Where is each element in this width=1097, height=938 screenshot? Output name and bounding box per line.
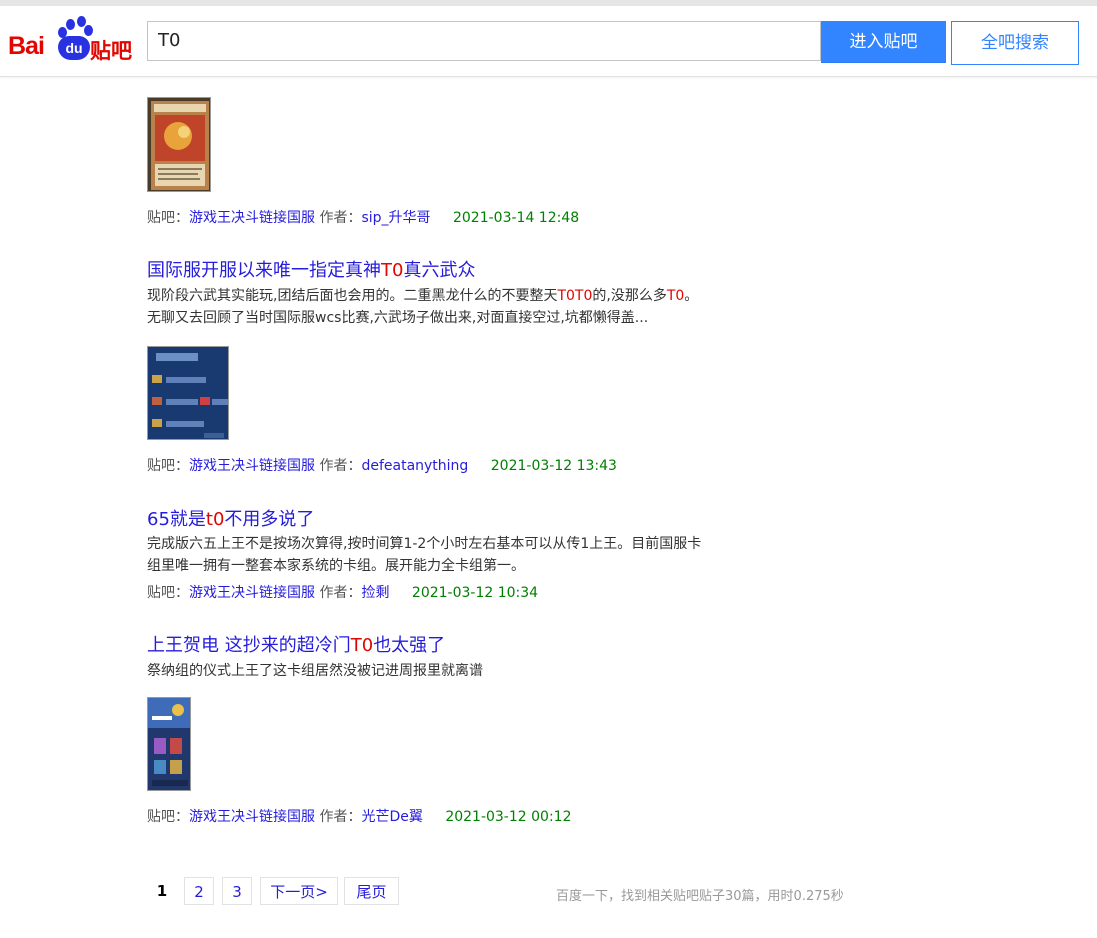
baidu-tieba-logo[interactable]: Bai du 贴吧: [6, 16, 138, 64]
logo-du: du: [58, 36, 90, 60]
post-title[interactable]: 国际服开服以来唯一指定真神T0真六武众: [147, 256, 475, 282]
abstract-text: 现阶段六武其实能玩,团结后面也会用的。二重黑龙什么的不要整天: [147, 288, 558, 304]
title-text: 65就是: [147, 509, 206, 530]
abstract-highlight: T0: [666, 288, 685, 304]
abstract-text: 无聊又去回顾了当时国际服wcs比赛,六武场子做出来,对面直接空过,坑都懒得盖..…: [147, 310, 649, 326]
card-image-icon: [148, 98, 210, 191]
author-label: 作者：: [319, 210, 362, 226]
forum-link[interactable]: 游戏王决斗链接国服: [189, 809, 315, 825]
abstract-text: 的,没那么多: [592, 288, 667, 304]
title-text: 上王贺电 这抄来的超冷门: [147, 635, 351, 656]
abstract-text: 祭纳组的仪式上王了这卡组居然没被记进周报里就离谱: [147, 663, 483, 679]
post-thumbnail[interactable]: [147, 346, 229, 440]
post-title[interactable]: 65就是t0不用多说了: [147, 505, 314, 531]
author-link[interactable]: defeatanything: [361, 458, 468, 474]
page-link-2[interactable]: 2: [184, 877, 214, 905]
forum-label: 贴吧：: [147, 458, 189, 474]
post-meta: 贴吧：游戏王决斗链接国服 作者：sip_升华哥 2021-03-14 12:48: [147, 207, 579, 227]
author-link[interactable]: 捡剩: [361, 585, 389, 601]
post-meta: 贴吧：游戏王决斗链接国服 作者：defeatanything 2021-03-1…: [147, 455, 617, 475]
post-date: 2021-03-12 10:34: [411, 585, 539, 601]
search-all-button[interactable]: 全吧搜索: [951, 21, 1079, 65]
game-screenshot-icon: [148, 698, 190, 790]
screenshot-image-icon: [148, 347, 228, 439]
forum-link[interactable]: 游戏王决斗链接国服: [189, 585, 315, 601]
enter-tieba-button[interactable]: 进入贴吧: [821, 21, 946, 63]
forum-label: 贴吧：: [147, 585, 189, 601]
forum-label: 贴吧：: [147, 210, 189, 226]
author-label: 作者：: [319, 809, 362, 825]
title-highlight: T0: [350, 635, 374, 656]
abstract-text: 完成版六五上王不是按场次算得,按时间算1-2个小时左右基本可以从传1上王。目前国…: [147, 536, 702, 552]
search-input[interactable]: T0: [147, 21, 821, 61]
post-meta: 贴吧：游戏王决斗链接国服 作者：光芒De翼 2021-03-12 00:12: [147, 806, 571, 826]
search-stats: 百度一下，找到相关贴吧贴子30篇，用时0.275秒: [556, 889, 844, 904]
post-date: 2021-03-12 13:43: [490, 458, 617, 474]
forum-link[interactable]: 游戏王决斗链接国服: [189, 210, 315, 226]
author-label: 作者：: [319, 458, 362, 474]
abstract-highlight: T0T0: [557, 288, 593, 304]
post-meta: 贴吧：游戏王决斗链接国服 作者：捡剩 2021-03-12 10:34: [147, 582, 538, 602]
abstract-text: 。: [684, 288, 699, 304]
post-title[interactable]: 上王贺电 这抄来的超冷门T0也太强了: [147, 631, 445, 657]
page-current: 1: [150, 877, 174, 905]
logo-bai: Bai: [8, 32, 45, 60]
author-link[interactable]: sip_升华哥: [361, 210, 430, 226]
post-abstract: 祭纳组的仪式上王了这卡组居然没被记进周报里就离谱: [147, 660, 797, 682]
title-text: 也太强了: [373, 635, 446, 656]
author-label: 作者：: [319, 585, 362, 601]
forum-label: 贴吧：: [147, 809, 189, 825]
title-text: 不用多说了: [224, 509, 315, 530]
paw-icon: [66, 19, 75, 30]
title-text: 真六武众: [403, 260, 476, 281]
page-link-3[interactable]: 3: [222, 877, 252, 905]
post-abstract: 完成版六五上王不是按场次算得,按时间算1-2个小时左右基本可以从传1上王。目前国…: [147, 533, 797, 577]
forum-link[interactable]: 游戏王决斗链接国服: [189, 458, 315, 474]
title-highlight: t0: [205, 509, 225, 530]
abstract-text: 组里唯一拥有一整套本家系统的卡组。展开能力全卡组第一。: [147, 558, 525, 574]
post-abstract: 现阶段六武其实能玩,团结后面也会用的。二重黑龙什么的不要整天T0T0的,没那么多…: [147, 285, 797, 329]
post-date: 2021-03-14 12:48: [452, 210, 580, 226]
title-text: 国际服开服以来唯一指定真神: [147, 260, 381, 281]
last-page-button[interactable]: 尾页: [344, 877, 399, 905]
post-thumbnail[interactable]: [147, 97, 211, 192]
post-thumbnail[interactable]: [147, 697, 191, 791]
logo-tieba: 贴吧: [90, 39, 132, 63]
title-highlight: T0: [381, 260, 404, 281]
search-header: Bai du 贴吧 T0 进入贴吧 全吧搜索: [0, 6, 1097, 77]
author-link[interactable]: 光芒De翼: [361, 809, 422, 825]
next-page-button[interactable]: 下一页>: [260, 877, 338, 905]
post-date: 2021-03-12 00:12: [445, 809, 572, 825]
